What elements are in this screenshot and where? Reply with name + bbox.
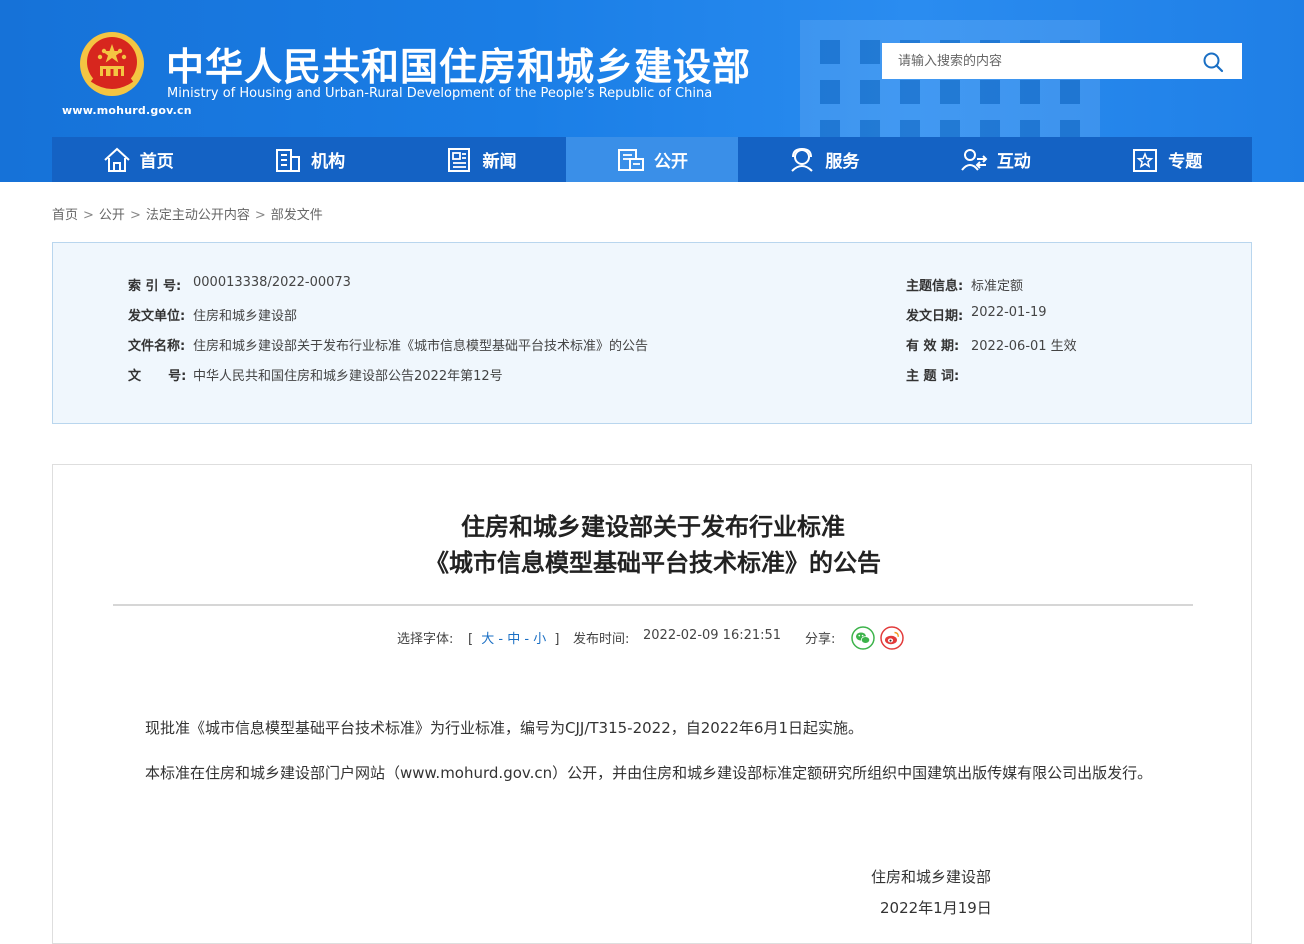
info-index-value: 000013338/2022-00073 (193, 275, 351, 290)
font-dash: - (498, 632, 504, 647)
font-size-switcher: [ 大 - 中 - 小 ] (468, 628, 559, 647)
search-box (882, 43, 1242, 79)
nav-item-disclosure[interactable]: 公开 (566, 137, 738, 182)
site-url: www.mohurd.gov.cn (62, 104, 192, 117)
font-dash: - (524, 632, 530, 647)
signature-organization: 住房和城乡建设部 (871, 868, 992, 886)
info-docno-label: 文 号: (128, 369, 187, 384)
info-keywords-row: 主 题 词: (906, 365, 971, 384)
article-meta: 选择字体: [ 大 - 中 - 小 ] 发布时间: 2022-02-09 16:… (53, 626, 1253, 650)
info-issuer-row: 发文单位: 住房和城乡建设部 (128, 305, 297, 324)
topic-icon (1133, 148, 1158, 172)
nav-item-home[interactable]: 首页 (52, 137, 223, 182)
disclosure-icon (617, 148, 644, 171)
article-container: 住房和城乡建设部关于发布行业标准 《城市信息模型基础平台技术标准》的公告 选择字… (52, 464, 1252, 944)
font-medium-link[interactable]: 中 (507, 632, 520, 647)
national-emblem-icon (80, 32, 144, 96)
info-index-label: 索 引 号: (128, 279, 182, 294)
breadcrumb-home[interactable]: 首页 (52, 208, 78, 223)
site-title-cn[interactable]: 中华人民共和国住房和城乡建设部 (166, 36, 751, 91)
interaction-icon (961, 148, 988, 171)
nav-label: 公开 (653, 152, 688, 172)
nav-item-news[interactable]: 新闻 (395, 137, 566, 182)
search-icon[interactable] (1202, 51, 1224, 73)
info-date-row: 发文日期: 2022-01-19 (906, 305, 1047, 324)
nav-item-interaction[interactable]: 互动 (909, 137, 1080, 182)
breadcrumb-statutory[interactable]: 法定主动公开内容 (146, 208, 250, 223)
breadcrumb-separator: > (83, 208, 94, 223)
nav-label: 服务 (825, 152, 860, 172)
nav-item-service[interactable]: 服务 (738, 137, 909, 182)
publish-time-label: 发布时间: (573, 632, 630, 647)
nav-item-topic[interactable]: 专题 (1081, 137, 1252, 182)
info-validity-value: 2022-06-01 生效 (971, 339, 1077, 354)
article-title-line1: 住房和城乡建设部关于发布行业标准 (461, 513, 845, 541)
info-keywords-label: 主 题 词: (906, 369, 960, 384)
font-bracket-close: ] (554, 632, 560, 647)
site-header: www.mohurd.gov.cn 中华人民共和国住房和城乡建设部 Minist… (0, 0, 1304, 182)
info-topic-row: 主题信息: 标准定额 (906, 275, 1023, 294)
article-title-line2: 《城市信息模型基础平台技术标准》的公告 (425, 549, 881, 577)
info-topic-label: 主题信息: (906, 279, 964, 294)
nav-label: 互动 (996, 152, 1031, 172)
info-validity-row: 有 效 期: 2022-06-01 生效 (906, 335, 1077, 354)
building-icon (276, 148, 301, 172)
share-label: 分享: (805, 632, 836, 647)
font-select-label: 选择字体: (397, 632, 454, 647)
signature-date: 2022年1月19日 (880, 899, 992, 917)
breadcrumb-ministry-documents[interactable]: 部发文件 (271, 208, 323, 223)
info-filename-label: 文件名称: (128, 339, 186, 354)
nav-label: 新闻 (482, 152, 517, 172)
font-bracket-open: [ (468, 632, 474, 647)
font-small-link[interactable]: 小 (533, 632, 546, 647)
news-icon (447, 147, 470, 172)
wechat-share-icon[interactable] (851, 626, 875, 650)
home-icon (104, 147, 130, 172)
font-large-link[interactable]: 大 (481, 632, 494, 647)
info-date-label: 发文日期: (906, 309, 964, 324)
info-topic-value: 标准定额 (971, 279, 1024, 294)
breadcrumb-separator: > (129, 208, 141, 223)
nav-item-organization[interactable]: 机构 (223, 137, 394, 182)
service-icon (791, 147, 814, 172)
search-input[interactable] (882, 43, 1192, 79)
info-index-row: 索 引 号: 000013338/2022-00073 (128, 275, 351, 294)
main-nav: 首页 机构 新闻 公开 服务 互动 专题 (52, 137, 1252, 182)
article-paragraph-2: 本标准在住房和城乡建设部门户网站（www.mohurd.gov.cn）公开，并由… (145, 764, 1153, 782)
info-filename-row: 文件名称: 住房和城乡建设部关于发布行业标准《城市信息模型基础平台技术标准》的公… (128, 335, 648, 354)
breadcrumb-disclosure[interactable]: 公开 (99, 208, 125, 223)
info-issuer-value: 住房和城乡建设部 (193, 309, 298, 324)
nav-label: 首页 (139, 152, 174, 172)
weibo-share-icon[interactable] (880, 626, 904, 650)
info-validity-label: 有 效 期: (906, 339, 960, 354)
nav-label: 机构 (311, 152, 346, 172)
nav-label: 专题 (1168, 152, 1203, 172)
breadcrumb: 首页 > 公开 > 法定主动公开内容 > 部发文件 (52, 204, 323, 223)
article-paragraph-1: 现批准《城市信息模型基础平台技术标准》为行业标准，编号为CJJ/T315-202… (145, 719, 864, 737)
info-filename-value: 住房和城乡建设部关于发布行业标准《城市信息模型基础平台技术标准》的公告 (193, 339, 649, 354)
info-docno-row: 文 号: 中华人民共和国住房和城乡建设部公告2022年第12号 (128, 365, 503, 384)
title-divider (113, 604, 1193, 606)
breadcrumb-separator: > (254, 208, 266, 223)
info-issuer-label: 发文单位: (128, 309, 186, 324)
site-title-en: Ministry of Housing and Urban-Rural Deve… (167, 86, 713, 101)
publish-time-value: 2022-02-09 16:21:51 (643, 628, 782, 643)
document-info-box: 索 引 号: 000013338/2022-00073 发文单位: 住房和城乡建… (52, 242, 1252, 424)
info-docno-value: 中华人民共和国住房和城乡建设部公告2022年第12号 (193, 369, 503, 384)
info-date-value: 2022-01-19 (971, 305, 1047, 320)
